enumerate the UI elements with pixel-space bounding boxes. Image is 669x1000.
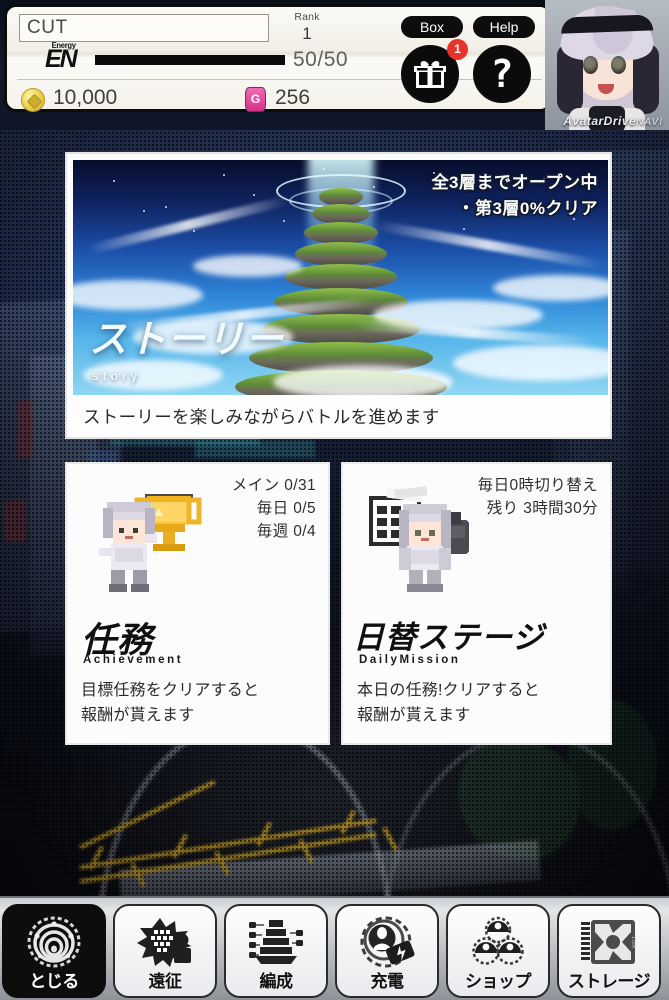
achievement-subtitle: Achievement: [83, 654, 184, 666]
achievement-stats: メイン 0/31 毎日 0/5 毎週 0/4: [232, 474, 316, 543]
navi-brand: AvatarDrive: [563, 114, 637, 128]
question-mark-icon: ?: [490, 52, 514, 96]
achievement-stat-daily: 毎日 0/5: [256, 500, 316, 517]
energy-bar-track: [95, 55, 285, 65]
formation-tower-icon: [226, 914, 326, 970]
header-bar: CUT Rank 1 Energy EN 50/50 10,000 256: [0, 0, 669, 130]
svg-text:ITEM: ITEM: [630, 936, 636, 948]
nav-item-close[interactable]: とじる: [2, 904, 106, 998]
daily-mission-stats: 毎日0時切り替え 残り 3時間30分: [478, 474, 598, 520]
story-subtitle: story: [92, 369, 142, 383]
nav-item-storage[interactable]: ITEM ストレージ: [557, 904, 661, 998]
story-card[interactable]: 全3層までオープン中 ・第3層0%クリア ストーリー story ストーリーを楽…: [65, 152, 612, 439]
currency-row: 10,000 256: [17, 85, 547, 113]
nav-label-expedition: 遠征: [148, 972, 183, 991]
nav-label-formation: 編成: [259, 972, 294, 991]
rank-label: Rank: [294, 11, 320, 23]
navi-suffix: NAVI: [636, 117, 663, 128]
daily-desc-line-2: 報酬が貰えます: [357, 707, 471, 724]
achievement-desc-line-2: 報酬が貰えます: [81, 707, 195, 724]
player-status-panel: CUT Rank 1 Energy EN 50/50 10,000 256: [4, 4, 552, 112]
story-overlay-line-1: 全3層までオープン中: [431, 173, 598, 192]
story-description: ストーリーを楽しみながらバトルを進めます: [83, 407, 440, 427]
energy-label: EN: [45, 45, 78, 73]
close-spiral-icon: [4, 914, 104, 970]
nav-item-charge[interactable]: 充電: [335, 904, 439, 998]
story-banner-image: 全3層までオープン中 ・第3層0%クリア ストーリー story: [73, 160, 608, 395]
coin-amount: 10,000: [53, 86, 118, 109]
nav-item-formation[interactable]: 編成: [224, 904, 328, 998]
gift-notification-badge: 1: [447, 39, 468, 60]
achievement-stat-weekly: 毎週 0/4: [256, 523, 316, 540]
rank-value: 1: [302, 24, 312, 43]
daily-mission-description: 本日の任務!クリアすると 報酬が貰えます: [357, 678, 540, 728]
energy-value: 50/50: [293, 48, 349, 71]
nav-label-charge: 充電: [370, 972, 405, 991]
daily-time-remaining: 残り 3時間30分: [486, 500, 598, 517]
calendar-character-icon: [365, 486, 481, 604]
storage-item-icon: ITEM: [559, 914, 659, 970]
daily-mission-card[interactable]: 毎日0時切り替え 残り 3時間30分 日替ステージ DailyMission 本…: [341, 462, 612, 745]
divider: [17, 79, 542, 80]
game-screen: CUT Rank 1 Energy EN 50/50 10,000 256: [0, 0, 669, 1000]
gem-icon: [245, 87, 266, 112]
rank-display: Rank 1: [279, 11, 335, 44]
shop-capsules-icon: [448, 914, 548, 970]
story-progress-overlay: 全3層までオープン中 ・第3層0%クリア: [432, 170, 598, 222]
energy-row: Energy EN 50/50: [15, 41, 355, 75]
daily-desc-line-1: 本日の任務!クリアすると: [357, 682, 540, 699]
achievement-description: 目標任務をクリアすると 報酬が貰えます: [81, 678, 259, 728]
gem-amount: 256: [275, 86, 311, 109]
daily-mission-title: 日替ステージ: [353, 620, 545, 655]
achievement-card[interactable]: メイン 0/31 毎日 0/5 毎週 0/4 任務 Achievement 目標…: [65, 462, 330, 745]
daily-mission-subtitle: DailyMission: [359, 654, 461, 666]
nav-item-shop[interactable]: ショップ: [446, 904, 550, 998]
trophy-character-icon: [89, 486, 205, 604]
achievement-desc-line-1: 目標任務をクリアすると: [81, 682, 260, 699]
energy-bar-fill: [95, 55, 285, 65]
expedition-burst-icon: [115, 914, 215, 970]
box-button[interactable]: Box: [401, 16, 463, 38]
daily-reset-info: 毎日0時切り替え: [477, 477, 598, 494]
navi-brand-text: AvatarDriveNAVI: [563, 114, 663, 128]
player-name-field[interactable]: CUT: [19, 14, 269, 42]
coin-icon: [21, 88, 45, 112]
nav-label-shop: ショップ: [465, 972, 532, 991]
navi-avatar[interactable]: AvatarDriveNAVI: [545, 0, 669, 130]
story-title: ストーリー: [89, 319, 285, 361]
charge-battery-icon: [337, 914, 437, 970]
bottom-navigation: とじる 遠征 編成 充電 ショップ ITEM ストレージ: [0, 896, 669, 1000]
achievement-stat-main: メイン 0/31: [231, 477, 316, 494]
nav-item-expedition[interactable]: 遠征: [113, 904, 217, 998]
story-overlay-line-2: ・第3層0%クリア: [457, 199, 598, 218]
nav-label-storage: ストレージ: [567, 972, 651, 991]
nav-label-close: とじる: [29, 972, 79, 991]
help-button[interactable]: Help: [473, 16, 535, 38]
help-circle-button[interactable]: ?: [473, 45, 531, 103]
